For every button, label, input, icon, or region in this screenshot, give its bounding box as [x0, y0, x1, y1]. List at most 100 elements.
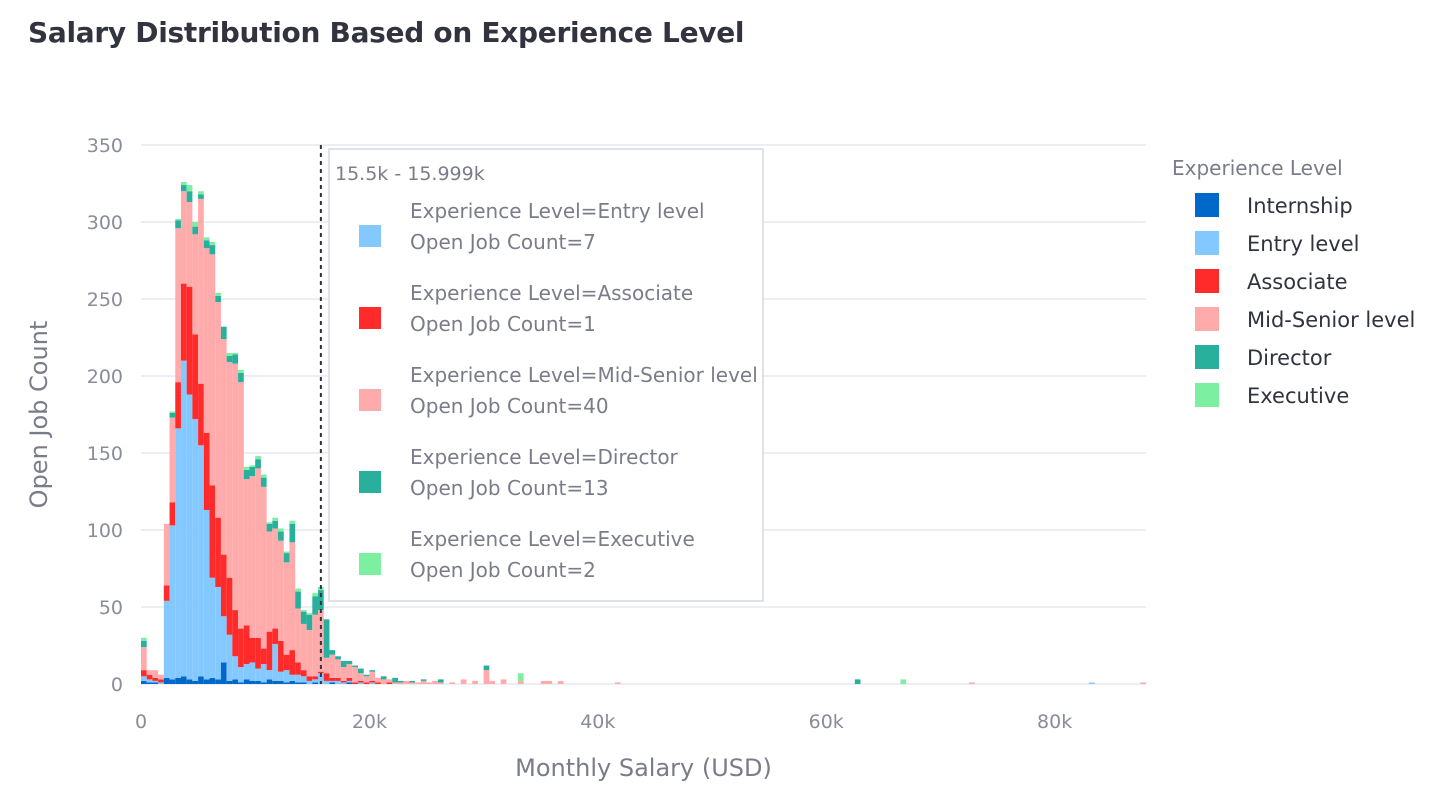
bar-segment[interactable] [175, 228, 181, 383]
bar-segment[interactable] [175, 220, 181, 229]
bar-segment[interactable] [278, 680, 284, 684]
bar-segment[interactable] [517, 680, 524, 684]
bar-segment[interactable] [192, 334, 199, 420]
bar-segment[interactable] [312, 676, 319, 680]
bar-segment[interactable] [203, 432, 210, 510]
bar-segment[interactable] [141, 670, 147, 677]
bar-segment[interactable] [340, 660, 347, 668]
bar-segment[interactable] [426, 682, 433, 684]
bar-segment[interactable] [175, 428, 181, 678]
bar-segment[interactable] [175, 218, 181, 221]
bar-segment[interactable] [386, 682, 393, 684]
bar-segment[interactable] [289, 680, 296, 684]
bar-segment[interactable] [192, 222, 199, 227]
bar-segment[interactable] [312, 593, 319, 597]
bar-segment[interactable] [346, 682, 353, 684]
bar-segment[interactable] [300, 610, 307, 612]
bar-segment[interactable] [203, 240, 210, 249]
bar-segment[interactable] [243, 679, 250, 684]
bar-segment[interactable] [323, 673, 330, 681]
bar-segment[interactable] [169, 412, 176, 418]
bar-segment[interactable] [335, 680, 341, 684]
legend-item[interactable]: Entry level [1195, 231, 1360, 256]
bar-segment[interactable] [192, 234, 199, 335]
bar-segment[interactable] [215, 292, 221, 296]
bar-segment[interactable] [141, 647, 147, 671]
bar-segment[interactable] [209, 245, 216, 255]
bar-segment[interactable] [295, 682, 301, 684]
bar-segment[interactable] [369, 682, 376, 684]
bar-segment[interactable] [460, 679, 467, 684]
bar-segment[interactable] [300, 623, 307, 671]
bar-segment[interactable] [141, 640, 147, 648]
bar-segment[interactable] [363, 676, 370, 683]
bar-segment[interactable] [546, 680, 553, 684]
bar-segment[interactable] [854, 679, 861, 684]
bar-segment[interactable] [420, 680, 427, 684]
bar-segment[interactable] [312, 682, 319, 684]
bar-segment[interactable] [295, 674, 301, 683]
bar-segment[interactable] [209, 677, 216, 684]
bar-segment[interactable] [209, 577, 216, 678]
bar-segment[interactable] [226, 577, 233, 635]
bar-segment[interactable] [141, 676, 147, 681]
bar-segment[interactable] [437, 679, 444, 683]
legend-item[interactable]: Associate [1195, 269, 1348, 294]
bar-segment[interactable] [175, 382, 181, 429]
bar-segment[interactable] [369, 680, 376, 683]
bar-segment[interactable] [272, 680, 279, 684]
bar-segment[interactable] [198, 198, 204, 384]
bar-segment[interactable] [306, 614, 313, 631]
bar-segment[interactable] [141, 680, 147, 684]
bar-segment[interactable] [483, 670, 490, 684]
bar-segment[interactable] [232, 352, 239, 355]
bar-segment[interactable] [266, 523, 273, 532]
bar-segment[interactable] [1140, 682, 1146, 684]
bar-segment[interactable] [180, 185, 187, 192]
bar-segment[interactable] [415, 682, 421, 684]
bar-segment[interactable] [614, 682, 621, 684]
bar-segment[interactable] [169, 525, 176, 680]
bar-segment[interactable] [295, 588, 301, 592]
bar-segment[interactable] [215, 302, 221, 518]
bar-segment[interactable] [289, 674, 296, 681]
bar-segment[interactable] [283, 562, 290, 655]
bar-segment[interactable] [198, 194, 204, 199]
bar-segment[interactable] [186, 286, 193, 395]
bar-segment[interactable] [323, 619, 330, 658]
bar-segment[interactable] [289, 650, 296, 675]
bar-segment[interactable] [346, 663, 353, 678]
bar-segment[interactable] [180, 283, 187, 361]
bar-segment[interactable] [243, 663, 250, 680]
bar-segment[interactable] [198, 676, 204, 684]
bar-segment[interactable] [226, 362, 233, 578]
bar-segment[interactable] [340, 682, 347, 684]
bar-segment[interactable] [198, 445, 204, 677]
bar-segment[interactable] [266, 631, 273, 671]
bar-segment[interactable] [472, 680, 478, 684]
bar-segment[interactable] [226, 634, 233, 681]
bar-segment[interactable] [397, 682, 404, 684]
bar-segment[interactable] [306, 613, 313, 615]
bar-segment[interactable] [392, 677, 398, 683]
bar-segment[interactable] [283, 553, 290, 563]
bar-segment[interactable] [180, 181, 187, 186]
bar-segment[interactable] [152, 677, 159, 681]
bar-segment[interactable] [295, 608, 301, 663]
histogram-chart[interactable]: 0 50 100 150 200 250 300 350 0 20k 40k 60k 80k Mont… [0, 0, 1436, 807]
bar-segment[interactable] [323, 680, 330, 684]
bar-segment[interactable] [300, 611, 307, 624]
bar-segment[interactable] [437, 682, 444, 684]
bar-segment[interactable] [260, 477, 267, 487]
bar-segment[interactable] [329, 680, 336, 683]
bar-segment[interactable] [306, 676, 313, 681]
bar-segment[interactable] [238, 382, 244, 629]
bar-segment[interactable] [146, 674, 153, 680]
bar-segment[interactable] [278, 540, 284, 641]
bar-segment[interactable] [900, 679, 907, 684]
bar-segment[interactable] [278, 671, 284, 681]
bar-segment[interactable] [255, 459, 261, 469]
bar-segment[interactable] [192, 419, 199, 681]
bar-segment[interactable] [260, 474, 267, 478]
bar-segment[interactable] [266, 531, 273, 632]
